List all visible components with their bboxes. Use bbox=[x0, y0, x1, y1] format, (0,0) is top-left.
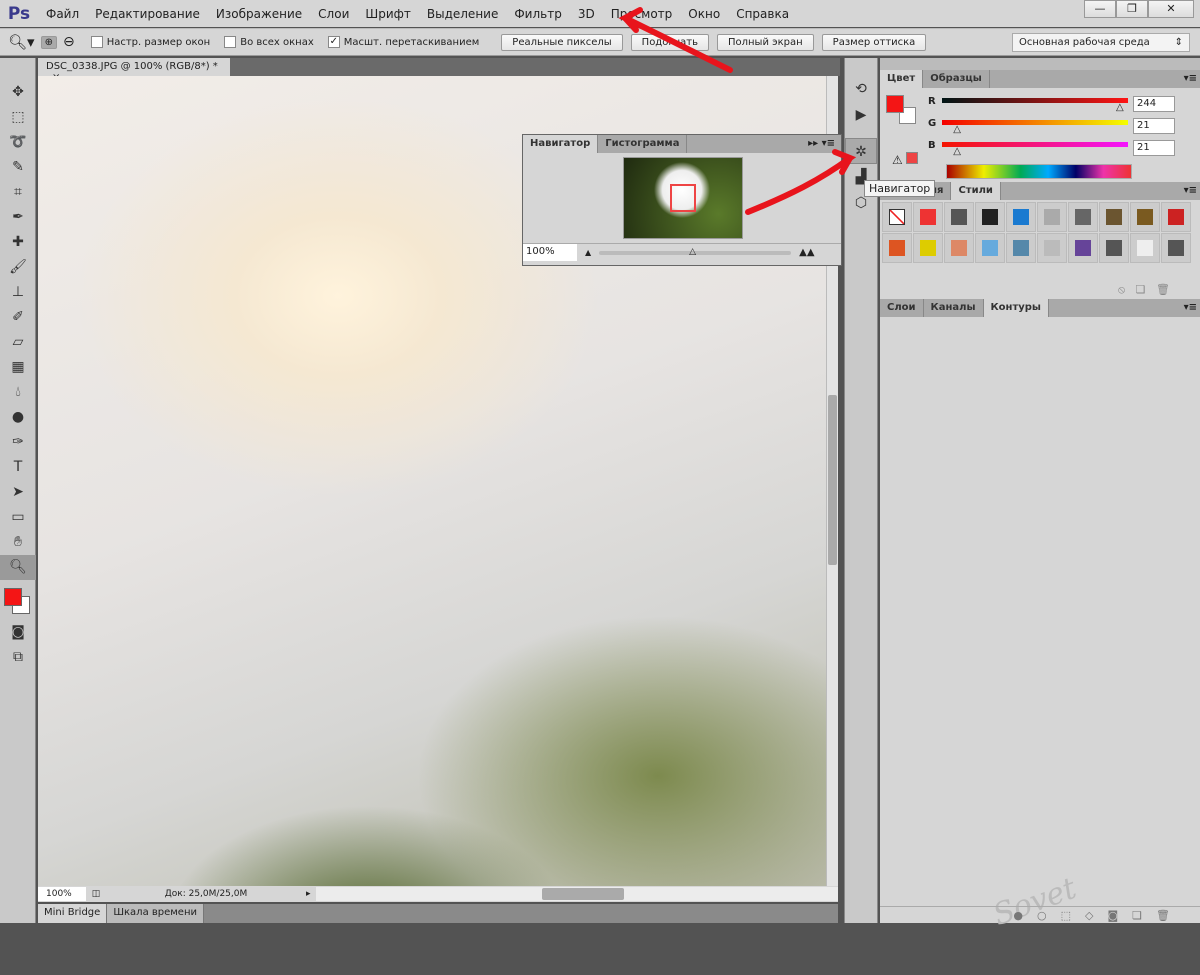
annotation-arrows bbox=[618, 7, 857, 215]
arrow-to-window-menu bbox=[618, 7, 733, 73]
arrow-to-navigator-icon bbox=[745, 149, 857, 215]
